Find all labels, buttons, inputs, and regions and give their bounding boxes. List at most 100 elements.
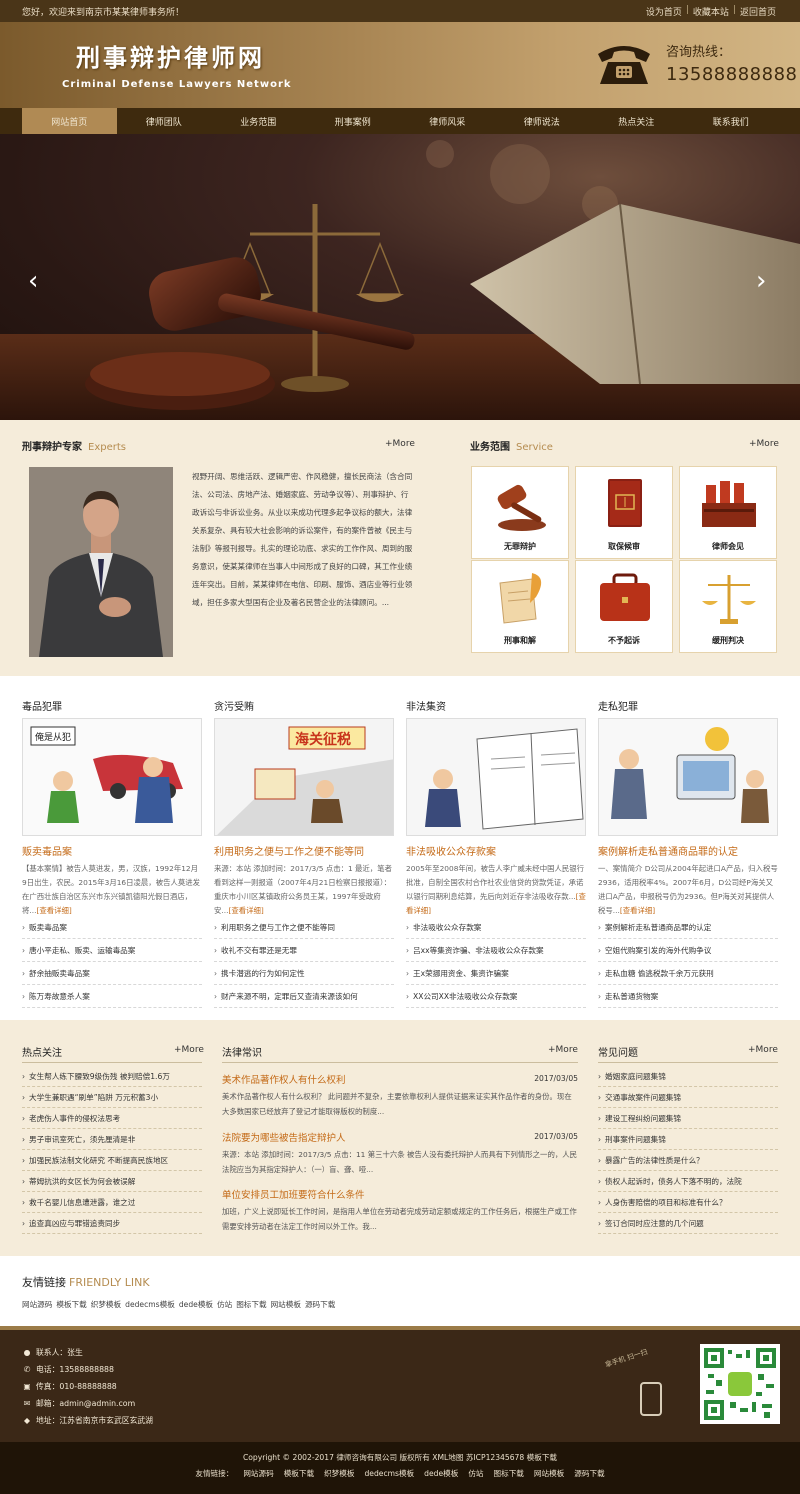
list-item[interactable]: 男子审讯室死亡，须先厘清是非 xyxy=(22,1129,202,1150)
bottom-link[interactable]: 织梦模板 xyxy=(324,1468,354,1479)
bottom-link[interactable]: 模板下载 xyxy=(284,1468,314,1479)
friendly-link[interactable]: 图标下载 xyxy=(236,1299,266,1310)
bottom-link[interactable]: 仿站 xyxy=(468,1468,483,1479)
case-cartoon-smuggling[interactable] xyxy=(598,718,778,836)
read-more-link[interactable]: [查看详细] xyxy=(36,906,71,915)
list-item[interactable]: 非法吸收公众存款案 xyxy=(406,916,586,939)
nav-hot[interactable]: 热点关注 xyxy=(589,108,684,134)
list-item[interactable]: 女生帮人练下腰致9级伤残 被判赔偿1.6万 xyxy=(22,1066,202,1087)
experts-more-link[interactable]: +More xyxy=(385,439,415,449)
logo-subtitle: Criminal Defense Lawyers Network xyxy=(62,79,292,90)
bottom-link[interactable]: 网站模板 xyxy=(534,1468,564,1479)
list-item[interactable]: 交通事故案件问题集锦 xyxy=(598,1087,778,1108)
bottom-link[interactable]: 网站源码 xyxy=(243,1468,273,1479)
friendly-link[interactable]: 织梦模板 xyxy=(91,1299,121,1310)
list-item[interactable]: 蒂姆抗洪的女区长为何会被误解 xyxy=(22,1171,202,1192)
bookmark-link[interactable]: 收藏本站 xyxy=(693,5,729,18)
service-reconciliation[interactable]: 刑事和解 xyxy=(471,560,569,653)
list-item[interactable]: 救千名婴儿信息遭泄露，谁之过 xyxy=(22,1192,202,1213)
faq-more-link[interactable]: +More xyxy=(748,1045,778,1055)
nav-cases[interactable]: 刑事案例 xyxy=(306,108,401,134)
bottom-link[interactable]: 源码下载 xyxy=(574,1468,604,1479)
list-item[interactable]: 贩卖毒品案 xyxy=(22,916,202,939)
case-headline[interactable]: 利用职务之便与工作之便不能等同 xyxy=(214,843,364,858)
list-item[interactable]: 加强民族法制文化研究 不断提高民族地区 xyxy=(22,1150,202,1171)
law-article-title[interactable]: 美术作品著作权人有什么权利 xyxy=(222,1072,578,1086)
banner-prev-arrow[interactable]: ‹ xyxy=(28,266,38,296)
service-meeting[interactable]: 律师会见 xyxy=(679,466,777,559)
friendly-link[interactable]: 网站模板 xyxy=(271,1299,301,1310)
faq-list: 婚姻家庭问题集锦 交通事故案件问题集锦 建设工程纠纷问题集锦 刑事案件问题集锦 … xyxy=(598,1066,778,1234)
list-item[interactable]: 婚姻家庭问题集锦 xyxy=(598,1066,778,1087)
list-item[interactable]: 财产来源不明，定罪后又查清来源该如何 xyxy=(214,985,394,1008)
nav-contact[interactable]: 联系我们 xyxy=(684,108,779,134)
list-item[interactable]: 老虎伤人事件的侵权法思考 xyxy=(22,1108,202,1129)
bottom-link[interactable]: dede模板 xyxy=(424,1468,458,1479)
site-logo[interactable]: 刑事辩护律师网 Criminal Defense Lawyers Network xyxy=(62,38,292,90)
bottom-link[interactable]: 图标下载 xyxy=(494,1468,524,1479)
list-item[interactable]: 走私普通货物案 xyxy=(598,985,778,1008)
law-more-link[interactable]: +More xyxy=(548,1045,578,1055)
service-probation[interactable]: 缓刑判决 xyxy=(679,560,777,653)
case-category: 贪污受贿 xyxy=(214,702,254,713)
location-icon: ◆ xyxy=(24,1416,30,1425)
list-item[interactable]: 唐小平走私、贩卖、运输毒品案 xyxy=(22,939,202,962)
nav-style[interactable]: 律师风采 xyxy=(400,108,495,134)
case-headline[interactable]: 贩卖毒品案 xyxy=(22,843,72,858)
nav-team[interactable]: 律师团队 xyxy=(117,108,212,134)
court-room-icon xyxy=(702,481,756,527)
hot-more-link[interactable]: +More xyxy=(174,1045,204,1055)
friendly-link[interactable]: dedecms模板 xyxy=(125,1299,175,1310)
list-item[interactable]: 空姐代购案引发的海外代购争议 xyxy=(598,939,778,962)
list-item[interactable]: 舒余抽贩卖毒品案 xyxy=(22,962,202,985)
case-cartoon-corruption[interactable]: 海关征税 xyxy=(214,718,394,836)
nav-business[interactable]: 业务范围 xyxy=(211,108,306,134)
list-item[interactable]: 债权人起诉时，债务人下落不明的，法院 xyxy=(598,1171,778,1192)
back-home-link[interactable]: 返回首页 xyxy=(740,5,776,18)
qr-code[interactable] xyxy=(700,1344,780,1424)
banner-next-arrow[interactable]: › xyxy=(756,266,766,296)
law-article-title[interactable]: 法院要为哪些被告指定辩护人 xyxy=(222,1130,578,1144)
nav-home[interactable]: 网站首页 xyxy=(22,108,117,134)
list-item[interactable]: XX公司XX非法吸收公众存款案 xyxy=(406,985,586,1008)
case-cartoon-drugs[interactable]: 俺是从犯 xyxy=(22,718,202,836)
list-item[interactable]: 王x荣挪用资金、集资诈骗案 xyxy=(406,962,586,985)
list-item[interactable]: 吕xx等集资诈骗、非法吸收公众存款案 xyxy=(406,939,586,962)
list-item[interactable]: 携卡潜逃的行为如何定性 xyxy=(214,962,394,985)
list-item[interactable]: 案例解析走私普通商品罪的认定 xyxy=(598,916,778,939)
list-item[interactable]: 陈万寿故意杀人案 xyxy=(22,985,202,1008)
case-headline[interactable]: 案例解析走私普通商品罪的认定 xyxy=(598,843,738,858)
list-item[interactable]: 利用职务之便与工作之便不能等同 xyxy=(214,916,394,939)
read-more-link[interactable]: [查看详细] xyxy=(228,906,263,915)
service-bail[interactable]: 取保候审 xyxy=(575,466,673,559)
friendly-link[interactable]: dede模板 xyxy=(179,1299,213,1310)
nav-lawyer-says[interactable]: 律师说法 xyxy=(495,108,590,134)
case-headline[interactable]: 非法吸收公众存款案 xyxy=(406,843,496,858)
svg-text:海关征税: 海关征税 xyxy=(295,731,351,748)
read-more-link[interactable]: [查看详细] xyxy=(620,906,655,915)
service-non-prosecution[interactable]: 不予起诉 xyxy=(575,560,673,653)
list-item[interactable]: 大学生兼职遇“刷单”陷阱 万元积蓄3小 xyxy=(22,1087,202,1108)
list-item[interactable]: 暴露广告的法律性质是什么？ xyxy=(598,1150,778,1171)
list-item[interactable]: 建设工程纠纷问题集锦 xyxy=(598,1108,778,1129)
list-item[interactable]: 收礼不交有罪还是无罪 xyxy=(214,939,394,962)
bottom-link[interactable]: dedecms模板 xyxy=(364,1468,414,1479)
set-homepage-link[interactable]: 设为首页 xyxy=(646,5,682,18)
list-item[interactable]: 刑事案件问题集锦 xyxy=(598,1129,778,1150)
friendly-links-section: 友情链接 FRIENDLY LINK 网站源码 模板下载 织梦模板 dedecms… xyxy=(0,1256,800,1326)
friendly-link[interactable]: 网站源码 xyxy=(22,1299,52,1310)
friendly-link[interactable]: 模板下载 xyxy=(56,1299,86,1310)
list-item[interactable]: 人身伤害赔偿的项目和标准有什么？ xyxy=(598,1192,778,1213)
list-item[interactable]: 走私血糖 偷逃税款千余万元获刑 xyxy=(598,962,778,985)
friendly-link[interactable]: 仿站 xyxy=(217,1299,232,1310)
friendly-links: 网站源码 模板下载 织梦模板 dedecms模板 dede模板 仿站 图标下载 … xyxy=(22,1299,335,1310)
list-item[interactable]: 签订合同时应注意的几个问题 xyxy=(598,1213,778,1234)
case-cartoon-fundraising[interactable] xyxy=(406,718,586,836)
law-article-title[interactable]: 单位安排员工加班要符合什么条件 xyxy=(222,1187,578,1201)
service-acquittal[interactable]: 无罪辩护 xyxy=(471,466,569,559)
friendly-links-title: 友情链接 FRIENDLY LINK xyxy=(22,1276,150,1289)
list-item[interactable]: 追查真凶应与罪错追责同步 xyxy=(22,1213,202,1234)
service-more-link[interactable]: +More xyxy=(749,439,779,449)
main-nav: 网站首页 律师团队 业务范围 刑事案例 律师风采 律师说法 热点关注 联系我们 xyxy=(0,108,800,134)
friendly-link[interactable]: 源码下载 xyxy=(305,1299,335,1310)
